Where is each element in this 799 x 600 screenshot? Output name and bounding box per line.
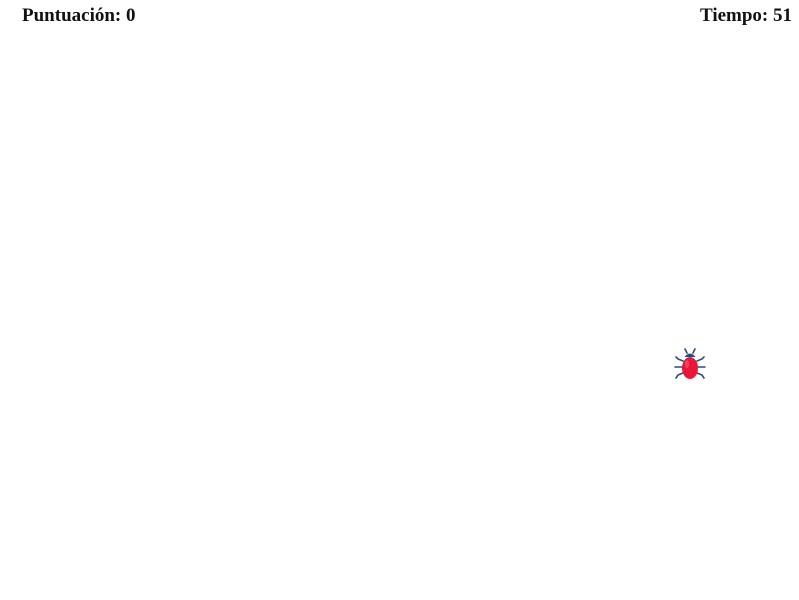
- time-display: Tiempo: 51: [700, 4, 792, 28]
- ladybug-graphic: [674, 348, 706, 379]
- score-label: Puntuación:: [22, 5, 122, 26]
- game-area[interactable]: Puntuación: 0 Tiempo: 51: [0, 0, 799, 600]
- score-value: 0: [126, 5, 136, 26]
- time-label: Tiempo:: [699, 5, 769, 26]
- ladybug-icon[interactable]: [672, 348, 708, 384]
- time-value: 51: [773, 5, 792, 26]
- score-display: Puntuación: 0: [22, 4, 136, 28]
